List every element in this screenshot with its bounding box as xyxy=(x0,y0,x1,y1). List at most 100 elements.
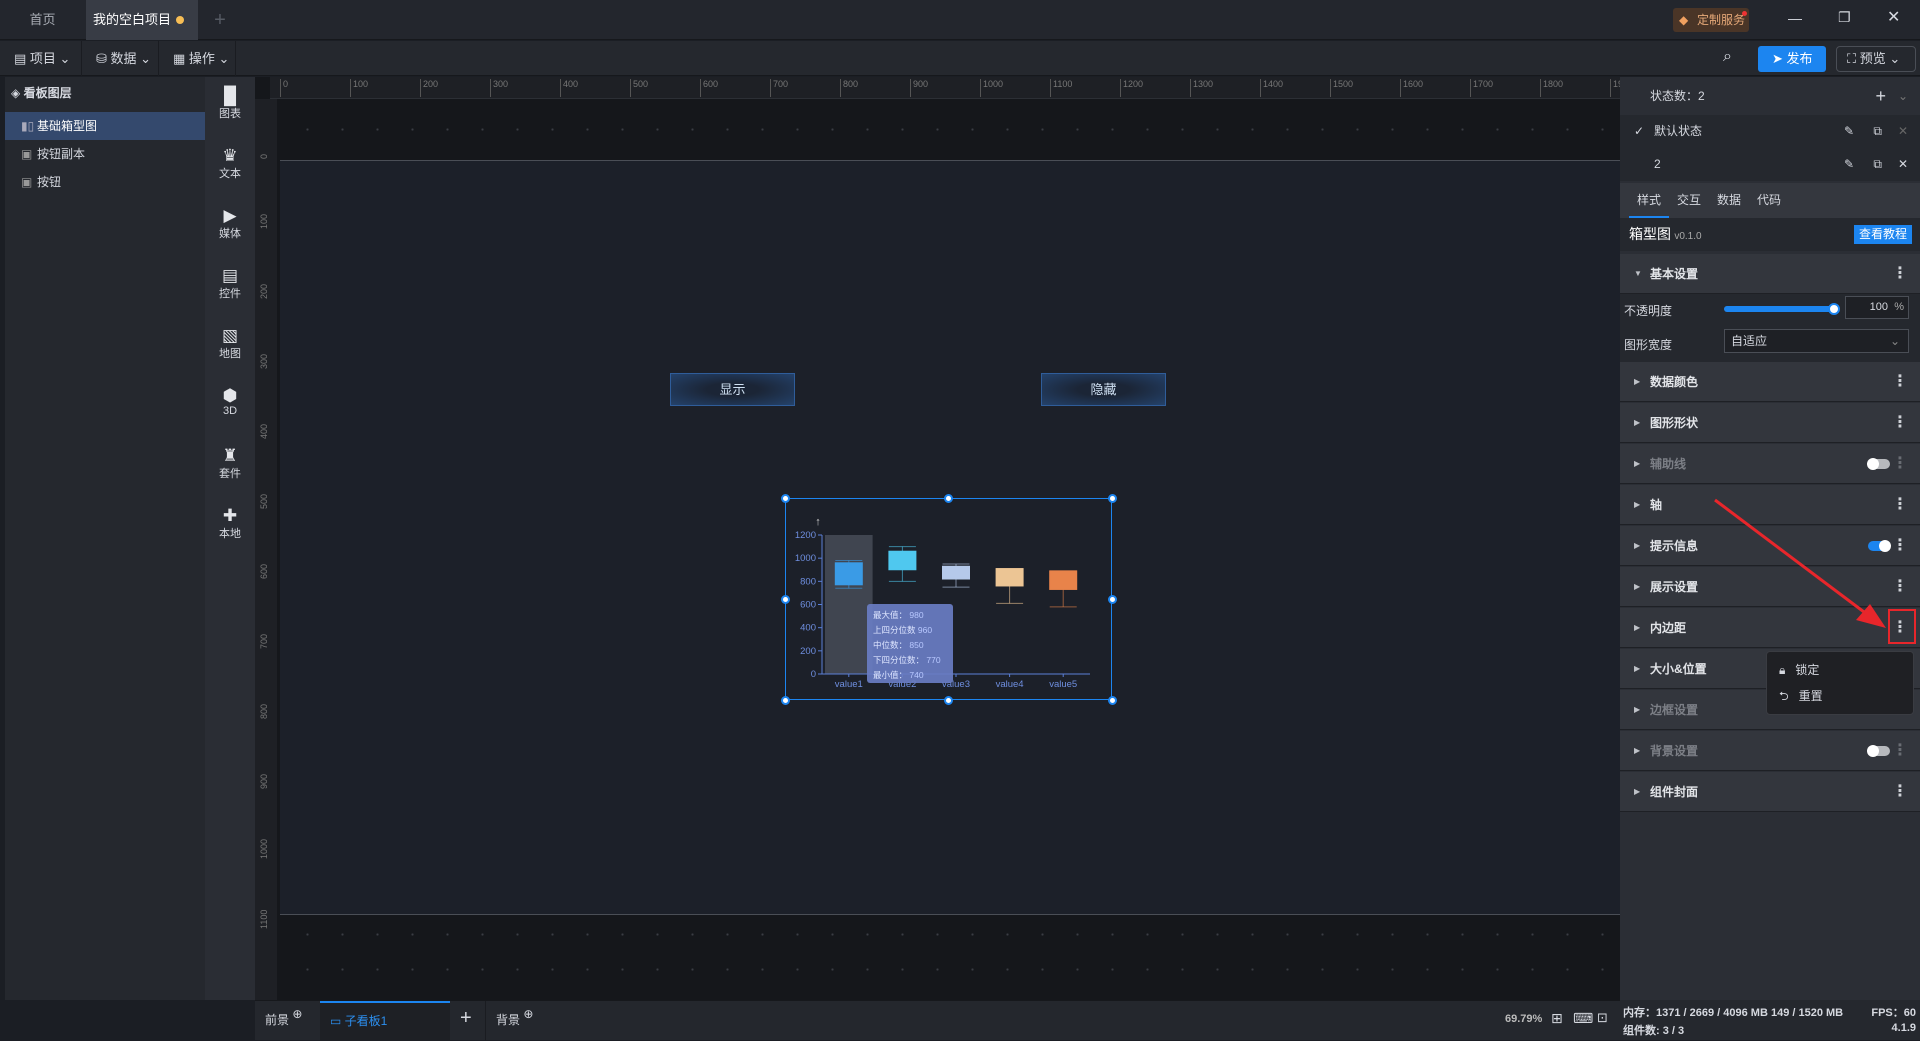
tab-home[interactable]: 首页 xyxy=(0,0,85,40)
resize-handle[interactable] xyxy=(1108,696,1117,705)
resize-handle[interactable] xyxy=(944,696,953,705)
layer-item-boxplot[interactable]: ▮▯ 基础箱型图 xyxy=(5,112,205,140)
section-1[interactable]: ▶ 数据颜色 ⋮ xyxy=(1620,362,1920,402)
section-4[interactable]: ▶ 轴 ⋮ xyxy=(1620,485,1920,525)
preview-button[interactable]: ⛶ 预览 ⌄ xyxy=(1836,46,1916,72)
add-state-button[interactable]: + xyxy=(1875,77,1886,115)
search-icon[interactable]: ⌕ xyxy=(1723,48,1732,66)
project-menu[interactable]: ▤ 项目 ⌄ xyxy=(0,41,82,76)
section-2[interactable]: ▶ 图形形状 ⋮ xyxy=(1620,403,1920,443)
more-icon[interactable]: ⋮ xyxy=(1892,403,1908,443)
add-circle-icon[interactable]: ⊕ xyxy=(523,1007,533,1021)
tab-code[interactable]: 代码 xyxy=(1749,183,1789,218)
component-local[interactable]: ✚ 本地 xyxy=(205,507,255,541)
ruler-tick: 500 xyxy=(259,493,269,509)
component-label: 本地 xyxy=(219,528,241,540)
menu-item-reset[interactable]: ⮌ 重置 xyxy=(1779,686,1823,706)
publish-button[interactable]: ➤ 发布 xyxy=(1758,46,1826,72)
menu-reset-label: 重置 xyxy=(1798,689,1823,703)
x-tick-label: value4 xyxy=(996,679,1024,690)
resize-handle[interactable] xyxy=(1108,595,1117,604)
state-label: 默认状态 xyxy=(1654,124,1703,138)
component-media[interactable]: ▶ 媒体 xyxy=(205,207,255,241)
tutorial-button[interactable]: 查看教程 xyxy=(1853,225,1912,244)
add-tab-button[interactable]: + xyxy=(200,0,240,40)
data-menu[interactable]: ⛁ 数据 ⌄ xyxy=(82,41,159,76)
resize-handle[interactable] xyxy=(781,494,790,503)
more-icon[interactable]: ⋮ xyxy=(1892,772,1908,812)
layer-item-button-copy[interactable]: ▣ 按钮副本 xyxy=(5,140,205,168)
component-map[interactable]: ▧ 地图 xyxy=(205,327,255,361)
state-item-2[interactable]: 2 ✎ ⧉ ✕ xyxy=(1620,148,1920,181)
section-6[interactable]: ▶ 展示设置 ⋮ xyxy=(1620,567,1920,607)
section-toggle[interactable] xyxy=(1867,745,1890,757)
layer-title-label: 看板图层 xyxy=(23,86,72,100)
status-bar: 内存：1371 / 2669 / 4096 MB 149 / 1520 MB F… xyxy=(1620,1000,1920,1040)
show-button[interactable]: 显示 xyxy=(670,373,795,406)
more-icon[interactable]: ⋮ xyxy=(1892,254,1908,294)
section-7[interactable]: ▶ 内边距 ⋮ xyxy=(1620,608,1920,648)
add-board-button[interactable]: + xyxy=(460,1007,472,1030)
minimize-button[interactable]: — xyxy=(1788,10,1802,26)
more-icon[interactable]: ⋮ xyxy=(1892,526,1908,566)
more-icon[interactable]: ⋮ xyxy=(1892,362,1908,402)
component-count: 组件数: 3 / 3 xyxy=(1623,1025,1685,1037)
section-5[interactable]: ▶ 提示信息 ⋮ xyxy=(1620,526,1920,566)
tooltip-label: 最小值： xyxy=(873,670,908,680)
component-chart[interactable]: ▐▌ 图表 xyxy=(205,87,255,121)
edit-icon[interactable]: ✎ xyxy=(1844,148,1854,181)
resize-handle[interactable] xyxy=(781,595,790,604)
chevron-down-icon[interactable]: ⌄ xyxy=(1898,77,1908,115)
section-10[interactable]: ▶ 背景设置 ⋮ xyxy=(1620,731,1920,771)
terminal-icon[interactable]: ⊡ xyxy=(1597,1010,1608,1026)
ruler-tick: 1500 xyxy=(1330,79,1353,97)
state-item-default[interactable]: ✓ 默认状态 ✎ ⧉ ✕ xyxy=(1620,115,1920,148)
boxplot-widget[interactable]: ↑ 0 200 400 600 800 1000 1200 value1 value2 value3… xyxy=(785,498,1112,700)
component-text[interactable]: ♛ 文本 xyxy=(205,147,255,181)
resize-handle[interactable] xyxy=(1108,494,1117,503)
foreground-tab[interactable]: 前景 ⊕ xyxy=(265,1007,302,1028)
background-tab[interactable]: 背景 ⊕ xyxy=(485,1001,543,1041)
add-circle-icon[interactable]: ⊕ xyxy=(292,1007,302,1021)
operate-menu[interactable]: ▦ 操作 ⌄ xyxy=(159,41,236,76)
component-3d[interactable]: ⬢ 3D xyxy=(205,387,255,418)
opacity-input[interactable]: 100% xyxy=(1845,296,1909,319)
delete-icon[interactable]: ✕ xyxy=(1898,115,1908,148)
subboard-tab[interactable]: ▭ 子看板1 xyxy=(320,1001,450,1041)
section-11[interactable]: ▶ 组件封面 ⋮ xyxy=(1620,772,1920,812)
opacity-slider[interactable] xyxy=(1724,303,1840,315)
more-icon[interactable]: ⋮ xyxy=(1892,444,1908,484)
copy-icon[interactable]: ⧉ xyxy=(1873,148,1882,181)
copy-icon[interactable]: ⧉ xyxy=(1873,115,1882,148)
width-label: 图形宽度 xyxy=(1624,338,1673,352)
hide-button[interactable]: 隐藏 xyxy=(1041,373,1166,406)
button-icon: ▣ xyxy=(21,147,33,161)
width-select[interactable]: 自适应 ⌄ xyxy=(1724,329,1909,353)
resize-handle[interactable] xyxy=(944,494,953,503)
layer-item-button[interactable]: ▣ 按钮 xyxy=(5,168,205,196)
tab-data[interactable]: 数据 xyxy=(1709,183,1749,218)
tab-style[interactable]: 样式 xyxy=(1629,183,1669,218)
section-basic[interactable]: ▼ 基本设置 ⋮ xyxy=(1620,254,1920,294)
edit-icon[interactable]: ✎ xyxy=(1844,115,1854,148)
delete-icon[interactable]: ✕ xyxy=(1898,148,1908,181)
restore-button[interactable]: ❐ xyxy=(1838,9,1851,26)
layer-panel-title: ◈ 看板图层 xyxy=(11,77,72,110)
section-3[interactable]: ▶ 辅助线 ⋮ xyxy=(1620,444,1920,484)
close-button[interactable]: ✕ xyxy=(1887,7,1900,27)
more-icon[interactable]: ⋮ xyxy=(1892,567,1908,607)
keyboard-icon[interactable]: ⌨ xyxy=(1573,1010,1593,1027)
section-toggle[interactable] xyxy=(1868,540,1891,552)
tab-interaction[interactable]: 交互 xyxy=(1669,183,1709,218)
resize-handle[interactable] xyxy=(781,696,790,705)
more-icon[interactable]: ⋮ xyxy=(1892,485,1908,525)
section-toggle[interactable] xyxy=(1867,458,1890,470)
more-icon[interactable]: ⋮ xyxy=(1892,731,1908,771)
custom-service-button[interactable]: ◆ 定制服务 xyxy=(1673,8,1749,32)
tab-project[interactable]: 我的空白项目 xyxy=(86,0,198,40)
component-kit[interactable]: ♜ 套件 xyxy=(205,447,255,481)
menu-item-lock[interactable]: 🔒︎ 锁定 xyxy=(1779,660,1819,680)
component-control[interactable]: ▤ 控件 xyxy=(205,267,255,301)
opacity-slider-handle[interactable] xyxy=(1828,303,1840,315)
fit-screen-icon[interactable]: ⊞ xyxy=(1551,1010,1563,1027)
